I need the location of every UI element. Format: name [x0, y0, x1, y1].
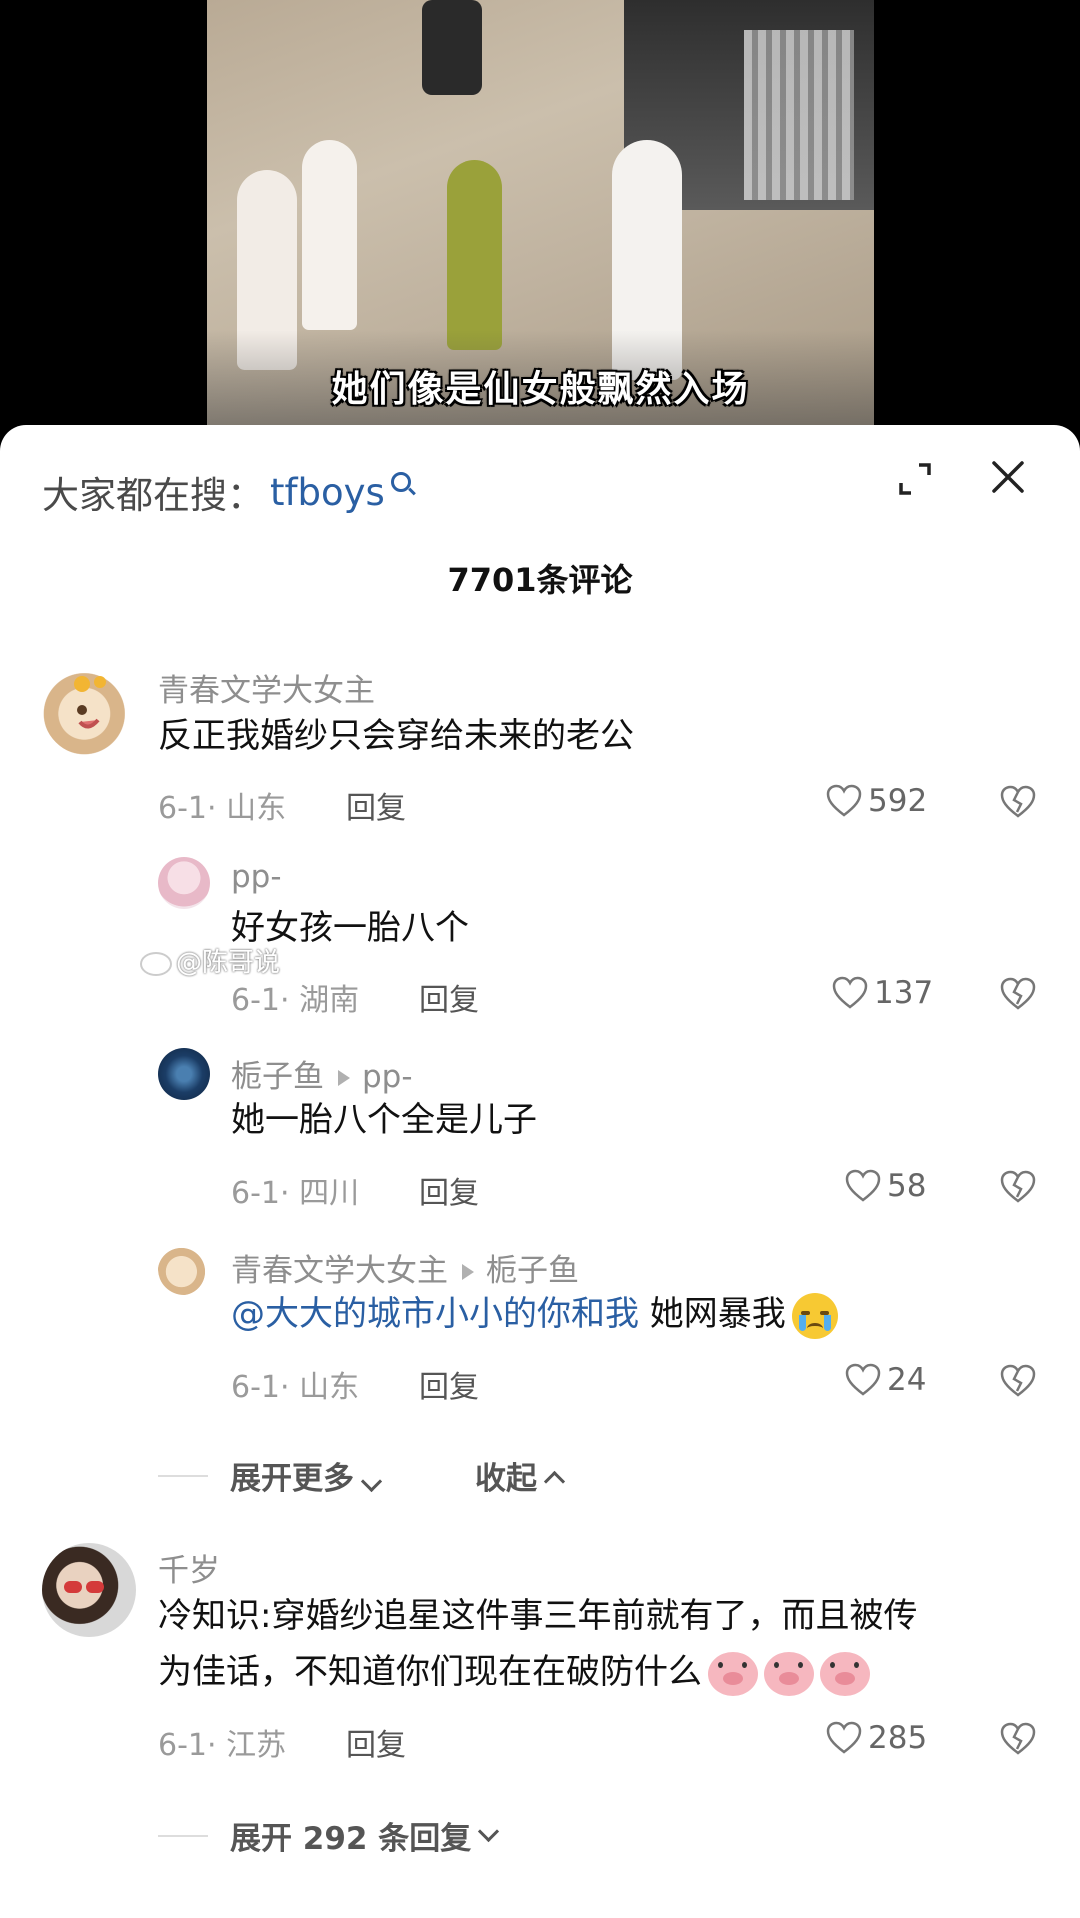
comments-panel: 大家都在搜： tfboys 7701条评论 青春文学大女主 反正我婚纱只会穿给未…: [0, 425, 1080, 1918]
dislike-icon[interactable]: [1000, 1170, 1036, 1204]
expand-more-button[interactable]: 展开更多: [230, 1453, 383, 1498]
pig-emoji-icon: [820, 1651, 870, 1696]
video-subtitle: 她们像是仙女般飘然入场: [331, 369, 750, 410]
chevron-down-icon: [478, 1820, 500, 1843]
thread-controls: 展开更多 收起: [158, 1453, 566, 1498]
video-frame[interactable]: 她们像是仙女般飘然入场: [207, 0, 874, 430]
comment-username[interactable]: 栀子鱼 pp-: [231, 1051, 413, 1096]
like-count: 285: [868, 1720, 928, 1756]
comment-text: 她一胎八个全是儿子: [231, 1100, 537, 1140]
expand-replies-label: 展开 292 条回复: [230, 1821, 472, 1857]
divider: [158, 1834, 208, 1837]
comment-date-location: 6-1· 江苏: [158, 1728, 287, 1763]
comment-date-location: 6-1· 山东: [158, 791, 287, 826]
reply-button[interactable]: 回复: [346, 1720, 406, 1764]
like-count: 58: [887, 1168, 927, 1204]
comment-text-line: 为佳话，不知道你们现在在破防什么: [158, 1647, 917, 1697]
comment-count: 7701条评论: [447, 561, 633, 599]
reply-button[interactable]: 回复: [419, 1362, 479, 1406]
like-count: 592: [868, 783, 928, 819]
reply-target[interactable]: pp-: [362, 1059, 413, 1095]
heart-icon: [845, 1363, 881, 1396]
heart-icon: [826, 1721, 862, 1754]
video-figure: [447, 160, 502, 350]
dislike-icon[interactable]: [1000, 977, 1036, 1011]
reply-button[interactable]: 回复: [419, 1168, 479, 1212]
reply-arrow-icon: [338, 1069, 350, 1086]
like-count: 137: [874, 975, 934, 1011]
trending-search[interactable]: 大家都在搜： tfboys: [42, 467, 411, 517]
comment-username[interactable]: pp-: [231, 859, 282, 895]
like-button[interactable]: 137: [832, 975, 933, 1011]
trending-search-label: 大家都在搜：: [42, 474, 264, 517]
expand-more-label: 展开更多: [230, 1461, 354, 1497]
collapse-button[interactable]: 收起: [475, 1453, 566, 1498]
heart-icon: [832, 976, 868, 1009]
pig-emoji-icon: [708, 1651, 758, 1696]
heart-icon: [826, 784, 862, 817]
reply-arrow-icon: [462, 1263, 474, 1280]
close-icon[interactable]: [988, 457, 1028, 497]
heart-icon: [845, 1169, 881, 1202]
watermark: @陈哥说: [140, 942, 280, 979]
chevron-up-icon: [543, 1470, 566, 1493]
video-barrier: [744, 30, 854, 200]
comment-author[interactable]: 青春文学大女主: [231, 1253, 448, 1289]
comment-text: 冷知识:穿婚纱追星这件事三年前就有了，而且被传 为佳话，不知道你们现在在破防什么: [158, 1591, 917, 1697]
video-figure: [422, 0, 482, 95]
video-area[interactable]: 她们像是仙女般飘然入场: [0, 0, 1080, 430]
reply-button[interactable]: 回复: [419, 975, 479, 1019]
comment-username[interactable]: 青春文学大女主: [158, 665, 375, 710]
comment-author[interactable]: 栀子鱼: [231, 1059, 324, 1095]
comment-body: 她网暴我: [639, 1294, 786, 1334]
pig-emoji-icon: [764, 1651, 814, 1696]
comment-text: 反正我婚纱只会穿给未来的老公: [158, 716, 634, 756]
avatar[interactable]: [158, 857, 210, 909]
collapse-label: 收起: [475, 1461, 537, 1497]
comment-username[interactable]: 千岁: [158, 1545, 220, 1590]
reply-target[interactable]: 栀子鱼: [486, 1253, 579, 1289]
watermark-text: @陈哥说: [176, 948, 281, 978]
dislike-icon[interactable]: [1000, 1722, 1036, 1756]
like-button[interactable]: 285: [826, 1720, 927, 1756]
user-mention[interactable]: @大大的城市小小的你和我: [231, 1294, 639, 1334]
trending-search-term[interactable]: tfboys: [270, 471, 385, 514]
comment-date-location: 6-1· 四川: [231, 1176, 360, 1211]
dislike-icon[interactable]: [1000, 785, 1036, 819]
comment-username[interactable]: 青春文学大女主 栀子鱼: [231, 1245, 579, 1290]
comment-date-location: 6-1· 湖南: [231, 983, 360, 1018]
weibo-logo-icon: [140, 951, 172, 976]
dislike-icon[interactable]: [1000, 1364, 1036, 1398]
comment-text-line: 冷知识:穿婚纱追星这件事三年前就有了，而且被传: [158, 1596, 918, 1636]
expand-icon[interactable]: [897, 461, 933, 497]
crying-emoji-icon: [791, 1292, 838, 1339]
like-button[interactable]: 24: [845, 1362, 926, 1398]
like-button[interactable]: 58: [845, 1168, 926, 1204]
avatar[interactable]: [42, 1543, 136, 1637]
divider: [158, 1474, 208, 1477]
video-figure: [302, 140, 357, 330]
comment-text: @大大的城市小小的你和我 她网暴我: [231, 1289, 838, 1339]
chevron-down-icon: [360, 1470, 383, 1493]
comment-body: 为佳话，不知道你们现在在破防什么: [158, 1652, 702, 1692]
reply-button[interactable]: 回复: [346, 783, 406, 827]
like-button[interactable]: 592: [826, 783, 927, 819]
like-count: 24: [887, 1362, 927, 1398]
avatar[interactable]: [158, 1048, 210, 1100]
comment-date-location: 6-1· 山东: [231, 1370, 360, 1405]
search-icon: [390, 472, 411, 492]
avatar[interactable]: [42, 662, 136, 756]
avatar[interactable]: [158, 1243, 210, 1295]
expand-replies-button[interactable]: 展开 292 条回复: [158, 1813, 500, 1858]
